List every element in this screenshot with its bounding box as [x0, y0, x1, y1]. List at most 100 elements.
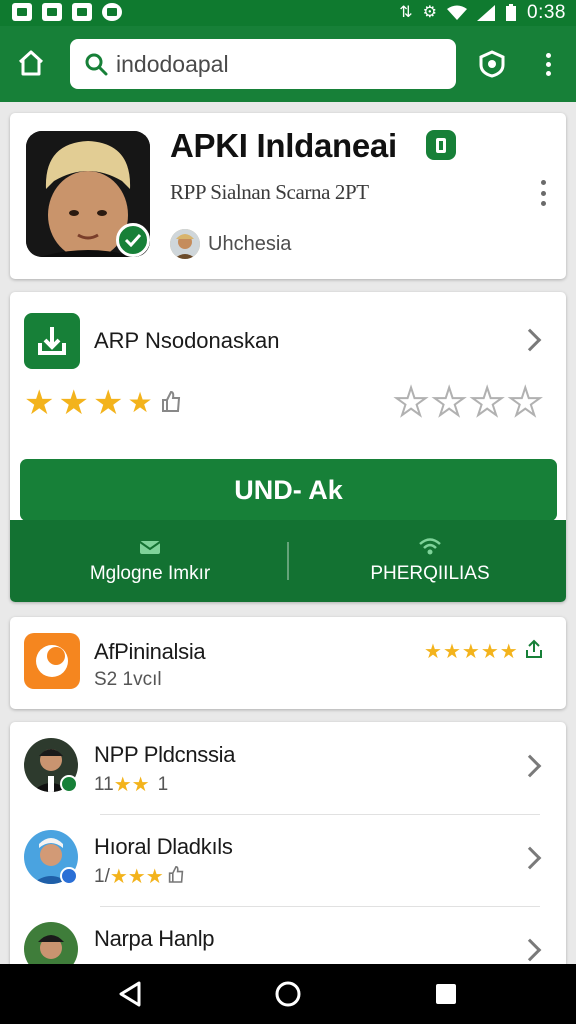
battery-icon [506, 4, 517, 21]
star-icon: ★ [461, 641, 480, 663]
star-icon: ★ [424, 641, 442, 663]
featured-app-rating: ★ ★ ★ ★ ★ [424, 639, 543, 664]
empty-star-icon[interactable]: ★ [393, 383, 429, 423]
rating-count: 1 [157, 773, 169, 795]
overflow-menu-button[interactable] [536, 48, 560, 80]
install-button[interactable]: UND- Ak [20, 459, 557, 521]
system-icons: ⇅ ⚙ 0:38 [399, 2, 566, 24]
home-circle-icon [275, 981, 301, 1007]
star-icon: ★ [499, 641, 518, 663]
chevron-right-icon[interactable] [518, 328, 542, 352]
star-icon: ★ [109, 866, 128, 888]
clock: 0:38 [527, 2, 566, 23]
search-icon [84, 52, 108, 76]
dot-icon [540, 180, 546, 185]
list-item-title: Hıoral Dladkıls [94, 834, 233, 859]
thumbs-up-icon[interactable] [161, 390, 181, 417]
empty-star-icon[interactable]: ★ [431, 383, 467, 423]
top-app-bar [0, 26, 576, 102]
wifi-icon [447, 5, 468, 20]
list-item-title: Narpa Hanlp [94, 926, 215, 951]
shield-icon [72, 3, 92, 21]
notification-icons [12, 3, 122, 21]
divider [287, 542, 289, 580]
rating-stars: ★ ★ ★ ★ [24, 386, 181, 420]
messenger-icon [102, 3, 122, 21]
star-icon: ★ [113, 774, 132, 796]
list-item-rating: 1/ ★ ★ ★ [94, 864, 184, 889]
rating-value: 11 [94, 773, 114, 795]
list-item[interactable]: Hıoral Dladkıls 1/ ★ ★ ★ [10, 814, 566, 906]
app-badge-icon [426, 130, 456, 160]
star-icon: ★ [127, 866, 146, 888]
chevron-right-icon [518, 754, 542, 778]
signal-icon [477, 5, 496, 21]
recents-icon [436, 984, 456, 1004]
action-label: PHERQIILIAS [370, 563, 490, 584]
featured-app-title: AfPininalsia [94, 639, 206, 664]
chevron-right-icon [518, 938, 542, 962]
home-nav-button[interactable] [272, 978, 304, 1010]
app-title: APKI Inldaneai [170, 127, 397, 164]
install-card: ARP Nsodonaskan ★ ★ ★ ★ ★ ★ ★ ★ UND- Ak … [10, 292, 566, 602]
empty-star-icon[interactable]: ★ [469, 383, 505, 423]
dot-icon [540, 201, 546, 206]
verified-badge [60, 775, 78, 793]
image-icon [42, 3, 62, 21]
home-button[interactable] [14, 46, 48, 80]
package-name[interactable]: ARP Nsodonaskan [94, 328, 280, 354]
dot-icon [545, 61, 551, 67]
recents-button[interactable] [430, 978, 462, 1010]
star-icon: ★ [480, 641, 499, 663]
star-icon: ★ [145, 866, 164, 888]
dot-icon [545, 70, 551, 76]
star-icon: ★ [127, 387, 153, 418]
star-icon: ★ [58, 384, 89, 422]
developer-avatar[interactable] [170, 229, 200, 259]
mail-icon [139, 541, 161, 554]
featured-app-card[interactable]: AfPininalsia S2 1vcıl ★ ★ ★ ★ ★ [10, 617, 566, 709]
system-nav-bar [0, 964, 576, 1024]
chevron-right-icon [518, 846, 542, 870]
verified-badge [116, 223, 150, 257]
shield-icon [479, 50, 505, 78]
star-icon: ★ [92, 384, 124, 422]
list-item-rating: 11 ★ ★ 1 [94, 772, 168, 797]
wifi-icon [419, 538, 441, 555]
verified-badge [60, 867, 78, 885]
featured-app-icon [24, 633, 80, 689]
sync-icon: ⚙ [422, 4, 438, 21]
action-bar: Mglogne Imkır PHERQIILIAS [10, 520, 566, 602]
status-bar: ⇅ ⚙ 0:38 [0, 0, 576, 26]
gallery-icon [12, 3, 32, 21]
search-bar[interactable] [70, 39, 456, 89]
dot-icon [545, 52, 551, 58]
rate-app-stars[interactable]: ★ ★ ★ ★ [393, 383, 543, 423]
action-permissions[interactable]: PHERQIILIAS [330, 520, 530, 602]
featured-app-subtitle: S2 1vcıl [94, 669, 162, 690]
app-list-card: NPP Pldcnssia 11 ★ ★ 1 Hıoral Dladkıls 1/… [10, 722, 566, 982]
empty-star-icon[interactable]: ★ [507, 383, 543, 423]
rating-value: 1/ [94, 865, 110, 887]
play-protect-button[interactable] [476, 48, 508, 80]
developer-name[interactable]: Uhchesia [208, 233, 291, 256]
share-icon[interactable] [525, 639, 543, 664]
back-icon [119, 981, 141, 1007]
app-subtitle: RPP Sialnan Scarna 2PT [170, 180, 369, 204]
action-share[interactable]: Mglogne Imkır [50, 520, 250, 602]
thumbs-up-icon[interactable] [168, 865, 184, 889]
star-icon: ★ [131, 774, 150, 796]
home-icon [18, 50, 44, 76]
download-icon [24, 313, 80, 369]
list-item[interactable]: NPP Pldcnssia 11 ★ ★ 1 [10, 722, 566, 814]
search-input[interactable] [116, 50, 436, 78]
list-item-title: NPP Pldcnssia [94, 742, 236, 767]
dot-icon [540, 190, 546, 196]
star-icon: ★ [442, 641, 461, 663]
star-icon: ★ [24, 384, 55, 422]
app-header-card: APKI Inldaneai RPP Sialnan Scarna 2PT Uh… [10, 113, 566, 279]
back-button[interactable] [114, 978, 146, 1010]
action-label: Mglogne Imkır [89, 563, 211, 584]
app-options-button[interactable] [538, 180, 548, 206]
vibrate-icon: ⇅ [399, 4, 413, 21]
